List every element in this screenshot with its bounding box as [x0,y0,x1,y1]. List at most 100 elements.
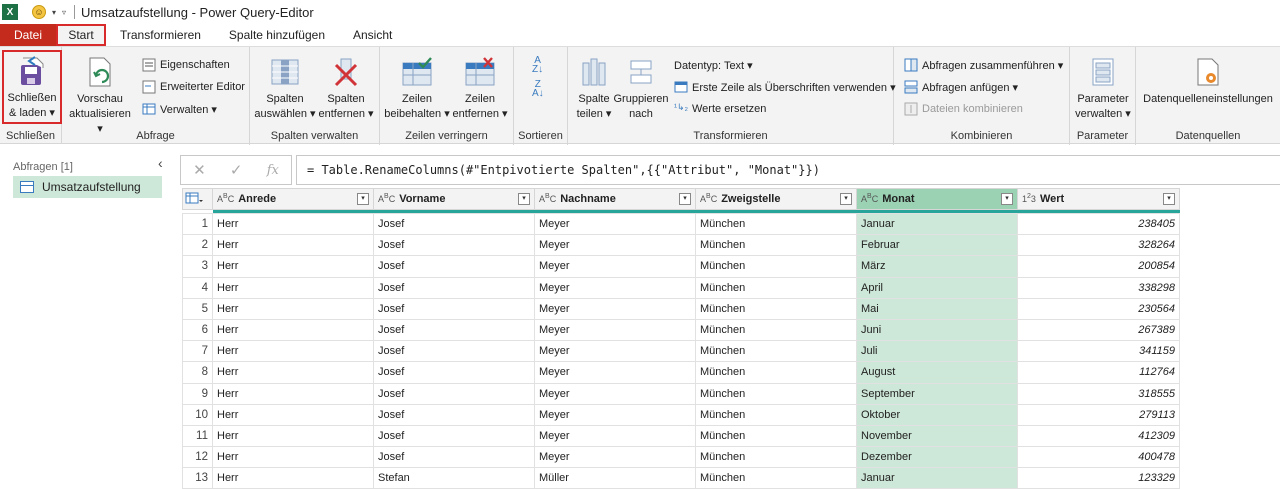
table-menu-button[interactable] [182,188,213,210]
cell-vorname[interactable]: Josef [373,446,535,469]
cell-vorname[interactable]: Josef [373,255,535,278]
cell-anrede[interactable]: Herr [212,403,374,426]
cell-monat[interactable]: Dezember [856,446,1018,469]
cell-wert[interactable]: 328264 [1017,234,1180,257]
cell-vorname[interactable]: Josef [373,424,535,448]
cell-anrede[interactable]: Herr [212,255,374,278]
cell-zweigstelle[interactable]: München [695,340,857,363]
cell-wert[interactable]: 238405 [1017,212,1180,236]
group-by-button[interactable]: Gruppieren nach [613,55,669,122]
confirm-formula-icon[interactable]: ✓ [230,161,243,179]
table-row[interactable]: 9 Herr Josef Meyer München September 318555 [182,382,1180,405]
remove-columns-button[interactable]: Spalten entfernen ▾ [314,55,378,122]
column-type-icon[interactable]: 123 [1022,193,1036,204]
column-type-icon[interactable]: ABC [378,193,395,204]
cell-anrede[interactable]: Herr [212,467,374,489]
cell-nachname[interactable]: Meyer [534,276,696,299]
tab-start[interactable]: Start [56,24,106,46]
tab-ansicht[interactable]: Ansicht [339,24,406,46]
column-header-nachname[interactable]: ABC Nachname ▾ [534,188,696,210]
cell-wert[interactable]: 230564 [1017,297,1180,320]
tab-transformieren[interactable]: Transformieren [106,24,215,46]
quick-access-dropdown-icon[interactable]: ▾ [52,8,56,17]
query-item-umsatzaufstellung[interactable]: Umsatzaufstellung [13,176,162,198]
cell-monat[interactable]: September [856,382,1018,405]
cell-monat[interactable]: Januar [856,212,1018,236]
table-row[interactable]: 11 Herr Josef Meyer München November 412309 [182,424,1180,448]
cell-zweigstelle[interactable]: München [695,212,857,236]
cell-monat[interactable]: August [856,361,1018,384]
cell-anrede[interactable]: Herr [212,276,374,299]
fx-icon[interactable]: fx [267,163,279,178]
column-header-zweigstelle[interactable]: ABC Zweigstelle ▾ [695,188,857,210]
column-header-vorname[interactable]: ABC Vorname ▾ [373,188,535,210]
cell-wert[interactable]: 279113 [1017,403,1180,426]
cell-monat[interactable]: März [856,255,1018,278]
cell-anrede[interactable]: Herr [212,297,374,320]
cell-nachname[interactable]: Meyer [534,446,696,469]
column-filter-icon[interactable]: ▾ [518,193,530,205]
cell-vorname[interactable]: Josef [373,403,535,426]
tab-spalte-hinzufuegen[interactable]: Spalte hinzufügen [215,24,339,46]
smiley-feedback-icon[interactable]: ☺ [32,5,46,19]
cell-vorname[interactable]: Josef [373,340,535,363]
cell-wert[interactable]: 318555 [1017,382,1180,405]
cell-zweigstelle[interactable]: München [695,382,857,405]
cell-anrede[interactable]: Herr [212,212,374,236]
datatype-dropdown[interactable]: Datentyp: Text ▾ [674,56,753,74]
column-header-monat[interactable]: ABC Monat ▾ [856,188,1018,210]
cell-nachname[interactable]: Meyer [534,382,696,405]
cell-zweigstelle[interactable]: München [695,255,857,278]
cell-zweigstelle[interactable]: München [695,467,857,489]
column-header-anrede[interactable]: ABC Anrede ▾ [212,188,374,210]
combine-files-button[interactable]: Dateien kombinieren [904,100,1023,118]
table-row[interactable]: 4 Herr Josef Meyer München April 338298 [182,276,1180,299]
table-row[interactable]: 13 Herr Stefan Müller München Januar 123329 [182,467,1180,489]
close-and-load-button[interactable]: Schließen & laden ▾ [2,50,62,124]
keep-rows-button[interactable]: Zeilen beibehalten ▾ [384,55,450,122]
merge-queries-button[interactable]: Abfragen zusammenführen ▾ [904,56,1063,74]
sort-ascending-button[interactable]: A Z↓ [532,55,543,75]
column-filter-icon[interactable]: ▾ [840,193,852,205]
cell-anrede[interactable]: Herr [212,318,374,342]
column-filter-icon[interactable]: ▾ [1001,193,1013,205]
cell-wert[interactable]: 200854 [1017,255,1180,278]
cell-vorname[interactable]: Josef [373,297,535,320]
cell-nachname[interactable]: Meyer [534,318,696,342]
cell-vorname[interactable]: Josef [373,276,535,299]
cell-wert[interactable]: 267389 [1017,318,1180,342]
sort-descending-button[interactable]: Z A↓ [532,79,544,99]
cell-wert[interactable]: 412309 [1017,424,1180,448]
cell-anrede[interactable]: Herr [212,361,374,384]
column-type-icon[interactable]: ABC [217,193,234,204]
cancel-formula-icon[interactable]: ✕ [193,161,206,179]
manage-button[interactable]: Verwalten ▾ [142,100,217,118]
cell-anrede[interactable]: Herr [212,446,374,469]
cell-anrede[interactable]: Herr [212,382,374,405]
table-row[interactable]: 1 Herr Josef Meyer München Januar 238405 [182,212,1180,236]
cell-zweigstelle[interactable]: München [695,318,857,342]
cell-monat[interactable]: Oktober [856,403,1018,426]
column-filter-icon[interactable]: ▾ [679,193,691,205]
column-type-icon[interactable]: ABC [861,193,878,204]
customize-toolbar-icon[interactable]: ▿ [62,8,66,17]
cell-monat[interactable]: Juli [856,340,1018,363]
cell-nachname[interactable]: Meyer [534,361,696,384]
cell-nachname[interactable]: Meyer [534,403,696,426]
cell-vorname[interactable]: Josef [373,382,535,405]
column-filter-icon[interactable]: ▾ [1163,193,1175,205]
refresh-preview-button[interactable]: Vorschau aktualisieren ▾ [66,55,134,137]
use-first-row-headers-button[interactable]: Erste Zeile als Überschriften verwenden … [674,78,896,96]
tab-datei[interactable]: Datei [0,24,56,46]
cell-zweigstelle[interactable]: München [695,361,857,384]
table-row[interactable]: 5 Herr Josef Meyer München Mai 230564 [182,297,1180,320]
cell-anrede[interactable]: Herr [212,234,374,257]
cell-monat[interactable]: April [856,276,1018,299]
table-row[interactable]: 6 Herr Josef Meyer München Juni 267389 [182,318,1180,342]
column-header-wert[interactable]: 123 Wert ▾ [1017,188,1180,210]
cell-nachname[interactable]: Meyer [534,234,696,257]
cell-wert[interactable]: 341159 [1017,340,1180,363]
cell-monat[interactable]: November [856,424,1018,448]
column-type-icon[interactable]: ABC [539,193,556,204]
cell-zweigstelle[interactable]: München [695,403,857,426]
